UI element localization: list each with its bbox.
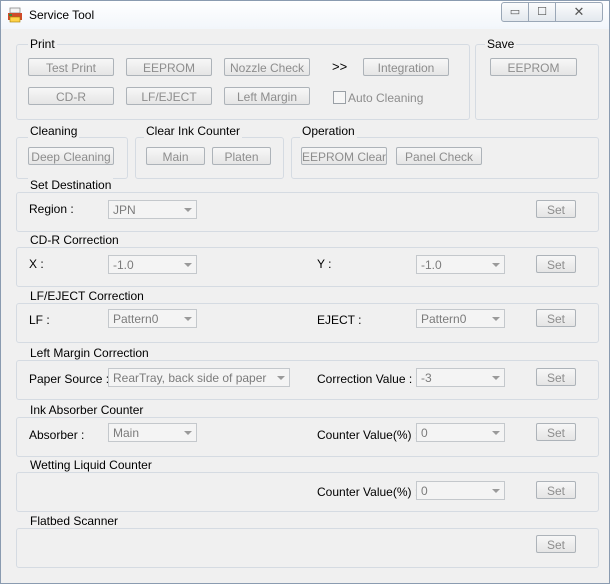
lf-select[interactable]: Pattern0 xyxy=(108,309,197,328)
lf-eject-button[interactable]: LF/EJECT xyxy=(126,87,212,105)
region-label: Region : xyxy=(29,202,74,216)
integration-button[interactable]: Integration xyxy=(363,58,449,76)
absorber-counter-label: Counter Value(%) : xyxy=(317,428,419,442)
cdr-x-label: X : xyxy=(29,257,44,271)
eject-label: EJECT : xyxy=(317,313,362,327)
chevron-down-icon xyxy=(277,376,285,380)
title-bar[interactable]: Service Tool ▭ ☐ ✕ xyxy=(1,1,609,29)
nozzle-check-button[interactable]: Nozzle Check xyxy=(224,58,310,76)
lf-eject-correction-group xyxy=(16,303,599,343)
minimize-icon: ▭ xyxy=(509,6,521,18)
absorber-counter-select[interactable]: 0 xyxy=(416,423,505,442)
printer-app-icon xyxy=(8,7,22,23)
print-eeprom-button[interactable]: EEPROM xyxy=(126,58,212,76)
absorber-value: Main xyxy=(113,426,140,440)
flatbed-scanner-label: Flatbed Scanner xyxy=(28,514,121,528)
wetting-counter-select[interactable]: 0 xyxy=(416,481,505,500)
chevron-down-icon xyxy=(492,489,500,493)
save-group xyxy=(475,44,599,120)
cdr-x-value: -1.0 xyxy=(113,258,134,272)
eject-value: Pattern0 xyxy=(421,312,467,326)
chevron-down-icon xyxy=(184,317,192,321)
window-title: Service Tool xyxy=(29,8,95,22)
cdr-y-value: -1.0 xyxy=(421,258,442,272)
maximize-button[interactable]: ☐ xyxy=(528,2,556,22)
cdr-correction-label: CD-R Correction xyxy=(28,233,121,247)
set-destination-group xyxy=(16,192,599,232)
left-margin-set-button[interactable]: Set xyxy=(536,368,576,386)
chevron-down-icon xyxy=(184,263,192,267)
client-area: Print Test Print EEPROM Nozzle Check >> … xyxy=(9,29,601,575)
close-button[interactable]: ✕ xyxy=(555,2,603,22)
save-group-label: Save xyxy=(485,37,517,51)
cdr-y-select[interactable]: -1.0 xyxy=(416,255,505,274)
wetting-counter-value: 0 xyxy=(421,484,428,498)
ink-absorber-group xyxy=(16,417,599,457)
absorber-select[interactable]: Main xyxy=(108,423,197,442)
eeprom-clear-button[interactable]: EEPROM Clear xyxy=(301,147,387,165)
clear-ink-counter-label: Clear Ink Counter xyxy=(144,124,243,138)
auto-cleaning-label: Auto Cleaning xyxy=(348,91,424,105)
flatbed-scanner-group xyxy=(16,528,599,568)
paper-source-label: Paper Source : xyxy=(29,372,110,386)
left-margin-button[interactable]: Left Margin xyxy=(224,87,310,105)
wetting-liquid-group xyxy=(16,472,599,512)
lf-label: LF : xyxy=(29,313,50,327)
chevron-down-icon xyxy=(184,208,192,212)
chevron-down-icon xyxy=(492,376,500,380)
operation-group-label: Operation xyxy=(300,124,357,138)
cd-r-button[interactable]: CD-R xyxy=(28,87,114,105)
minimize-button[interactable]: ▭ xyxy=(501,2,529,22)
flatbed-set-button[interactable]: Set xyxy=(536,535,576,553)
panel-check-button[interactable]: Panel Check xyxy=(396,147,482,165)
chevron-down-icon xyxy=(492,263,500,267)
absorber-counter-value: 0 xyxy=(421,426,428,440)
chevron-down-icon xyxy=(492,431,500,435)
chevron-down-icon xyxy=(184,431,192,435)
eject-select[interactable]: Pattern0 xyxy=(416,309,505,328)
set-destination-label: Set Destination xyxy=(28,178,114,192)
lf-value: Pattern0 xyxy=(113,312,159,326)
absorber-label: Absorber : xyxy=(29,428,85,442)
cdr-correction-group xyxy=(16,247,599,287)
wetting-liquid-label: Wetting Liquid Counter xyxy=(28,458,154,472)
paper-source-value: RearTray, back side of paper xyxy=(113,371,267,385)
wetting-liquid-set-button[interactable]: Set xyxy=(536,481,576,499)
ink-absorber-label: Ink Absorber Counter xyxy=(28,403,146,417)
integration-arrows: >> xyxy=(332,59,348,74)
ink-absorber-set-button[interactable]: Set xyxy=(536,423,576,441)
left-margin-correction-label: Left Margin Correction xyxy=(28,346,151,360)
paper-source-select[interactable]: RearTray, back side of paper xyxy=(108,368,290,387)
correction-value-label: Correction Value : xyxy=(317,372,413,386)
region-value: JPN xyxy=(113,203,136,217)
correction-value-select[interactable]: -3 xyxy=(416,368,505,387)
chevron-down-icon xyxy=(492,317,500,321)
cdr-set-button[interactable]: Set xyxy=(536,255,576,273)
correction-value: -3 xyxy=(421,371,432,385)
close-icon: ✕ xyxy=(573,4,585,19)
set-destination-set-button[interactable]: Set xyxy=(536,200,576,218)
auto-cleaning-checkbox[interactable] xyxy=(333,91,346,104)
lf-eject-correction-label: LF/EJECT Correction xyxy=(28,289,146,303)
cdr-x-select[interactable]: -1.0 xyxy=(108,255,197,274)
cdr-y-label: Y : xyxy=(317,257,332,271)
clear-platen-button[interactable]: Platen xyxy=(212,147,271,165)
cleaning-group-label: Cleaning xyxy=(28,124,80,138)
region-select[interactable]: JPN xyxy=(108,200,197,219)
deep-cleaning-button[interactable]: Deep Cleaning xyxy=(28,147,114,165)
save-eeprom-button[interactable]: EEPROM xyxy=(490,58,577,76)
maximize-icon: ☐ xyxy=(537,6,547,18)
print-group xyxy=(16,44,470,120)
print-group-label: Print xyxy=(28,37,57,51)
clear-main-button[interactable]: Main xyxy=(146,147,205,165)
test-print-button[interactable]: Test Print xyxy=(28,58,114,76)
service-tool-window: Service Tool ▭ ☐ ✕ Print Test Print EEPR… xyxy=(0,0,610,584)
wetting-counter-label: Counter Value(%) : xyxy=(317,485,419,499)
lf-eject-set-button[interactable]: Set xyxy=(536,309,576,327)
